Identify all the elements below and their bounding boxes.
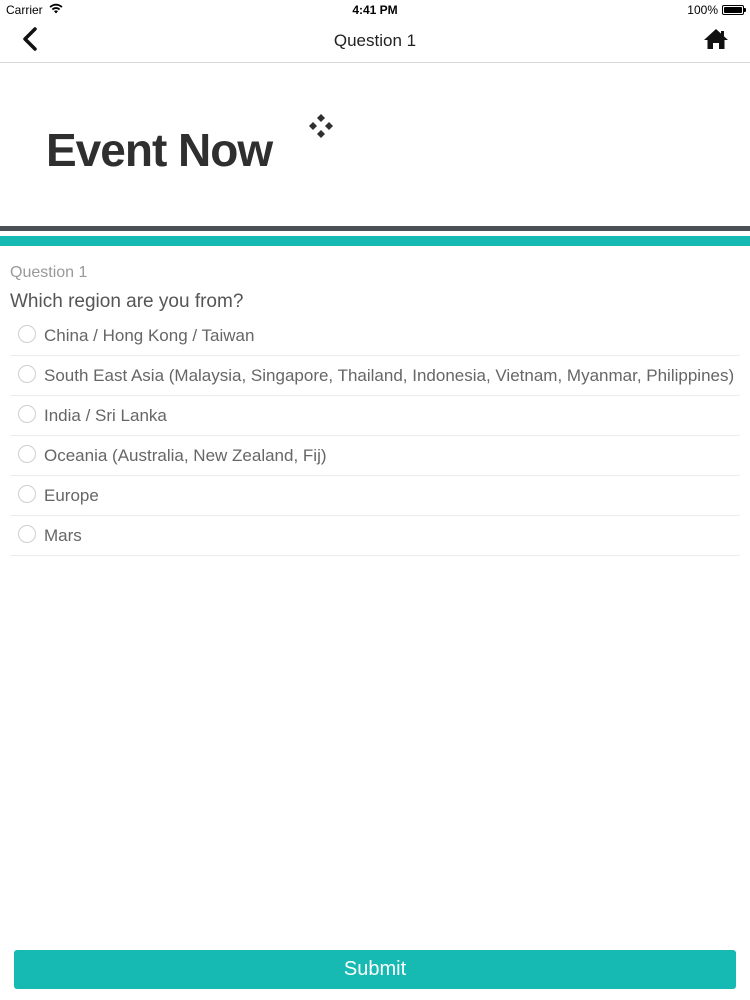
radio-button[interactable] — [18, 365, 36, 383]
radio-button[interactable] — [18, 445, 36, 463]
option-label: China / Hong Kong / Taiwan — [44, 326, 255, 345]
status-time: 4:41 PM — [352, 3, 398, 17]
option-europe[interactable]: Europe — [10, 476, 740, 516]
status-battery: 100% — [687, 3, 746, 17]
option-oceania[interactable]: Oceania (Australia, New Zealand, Fij) — [10, 436, 740, 476]
submit-button[interactable]: Submit — [14, 950, 736, 989]
radio-button[interactable] — [18, 525, 36, 543]
home-icon — [703, 28, 729, 55]
diamond-cluster-icon — [304, 111, 338, 145]
option-label: Oceania (Australia, New Zealand, Fij) — [44, 446, 327, 465]
logo-area: Event Now — [0, 63, 750, 225]
nav-title: Question 1 — [333, 31, 417, 50]
answer-options: China / Hong Kong / Taiwan South East As… — [10, 316, 740, 556]
option-mars[interactable]: Mars — [10, 516, 740, 556]
question-text: Which region are you from? — [10, 291, 244, 312]
battery-percent: 100% — [687, 3, 718, 17]
option-south-east-asia[interactable]: South East Asia (Malaysia, Singapore, Th… — [10, 356, 740, 396]
option-label: India / Sri Lanka — [44, 406, 167, 425]
radio-button[interactable] — [18, 325, 36, 343]
option-label: Mars — [44, 526, 82, 545]
option-label: South East Asia (Malaysia, Singapore, Th… — [44, 366, 735, 385]
divider-accent — [0, 236, 750, 246]
option-india-sri-lanka[interactable]: India / Sri Lanka — [10, 396, 740, 436]
divider-dark — [0, 226, 750, 231]
battery-icon — [722, 5, 746, 15]
nav-bar: Question 1 — [0, 20, 750, 63]
event-now-logo: Event Now — [46, 124, 273, 176]
option-china-hk-taiwan[interactable]: China / Hong Kong / Taiwan — [10, 316, 740, 356]
question-number: Question 1 — [10, 264, 88, 281]
status-bar: Carrier 4:41 PM 100% — [0, 0, 750, 20]
home-button[interactable] — [702, 28, 730, 54]
option-label: Europe — [44, 486, 99, 505]
radio-button[interactable] — [18, 405, 36, 423]
radio-button[interactable] — [18, 485, 36, 503]
